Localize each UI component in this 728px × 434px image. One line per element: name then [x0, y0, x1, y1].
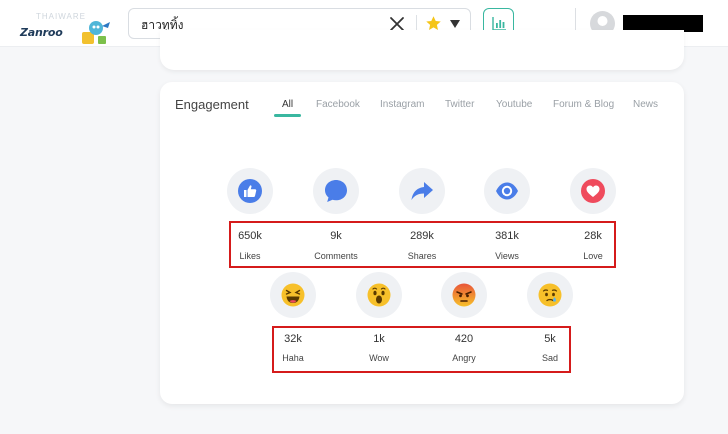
shares-value: 289k — [410, 230, 434, 242]
wow-value: 1k — [373, 333, 385, 345]
haha-icon-circle — [270, 272, 316, 318]
wow-icon — [367, 283, 391, 307]
engagement-card: Engagement All Facebook Instagram Twitte… — [160, 82, 684, 404]
comment-icon — [325, 180, 347, 202]
views-label: Views — [495, 251, 519, 261]
shares-label: Shares — [407, 251, 437, 261]
angry-label: Angry — [452, 353, 476, 363]
tab-facebook[interactable]: Facebook — [316, 99, 360, 110]
haha-value: 32k — [284, 333, 302, 345]
share-icon — [411, 182, 433, 200]
tab-all[interactable]: All — [274, 99, 301, 117]
sad-value: 5k — [544, 333, 556, 345]
haha-icon — [281, 283, 305, 307]
tab-youtube[interactable]: Youtube — [496, 99, 532, 110]
sad-icon — [538, 283, 562, 307]
like-icon — [238, 179, 262, 203]
likes-label: Likes — [239, 251, 261, 261]
tab-instagram[interactable]: Instagram — [380, 99, 424, 110]
sad-label: Sad — [541, 353, 558, 363]
tab-label: All — [282, 99, 294, 110]
shares-icon-circle — [399, 168, 445, 214]
views-value: 381k — [495, 230, 519, 242]
haha-label: Haha — [282, 353, 304, 363]
tab-forum-blog[interactable]: Forum & Blog — [553, 99, 614, 110]
love-icon-circle — [570, 168, 616, 214]
heart-icon — [581, 179, 605, 203]
card-title: Engagement — [175, 97, 249, 112]
wow-label: Wow — [369, 353, 389, 363]
comments-icon-circle — [313, 168, 359, 214]
angry-value: 420 — [454, 333, 474, 345]
love-label: Love — [583, 251, 603, 261]
bar-chart-icon — [492, 17, 506, 31]
mascot-icon — [82, 21, 110, 44]
active-tab-indicator — [274, 114, 301, 117]
likes-icon-circle — [227, 168, 273, 214]
sad-icon-circle — [527, 272, 573, 318]
likes-value: 650k — [238, 230, 262, 242]
comments-value: 9k — [330, 230, 342, 242]
logo-text: Zanroo — [20, 26, 63, 39]
eye-icon — [496, 182, 518, 200]
angry-icon-circle — [441, 272, 487, 318]
comments-label: Comments — [314, 251, 358, 261]
angry-icon — [452, 283, 476, 307]
views-icon-circle — [484, 168, 530, 214]
chevron-down-icon[interactable] — [449, 19, 461, 29]
app-logo[interactable]: THAIWARE Zanroo — [10, 8, 110, 44]
tab-news[interactable]: News — [633, 99, 658, 110]
previous-card — [160, 30, 684, 70]
love-value: 28k — [584, 230, 602, 242]
wow-icon-circle — [356, 272, 402, 318]
tab-twitter[interactable]: Twitter — [445, 99, 474, 110]
